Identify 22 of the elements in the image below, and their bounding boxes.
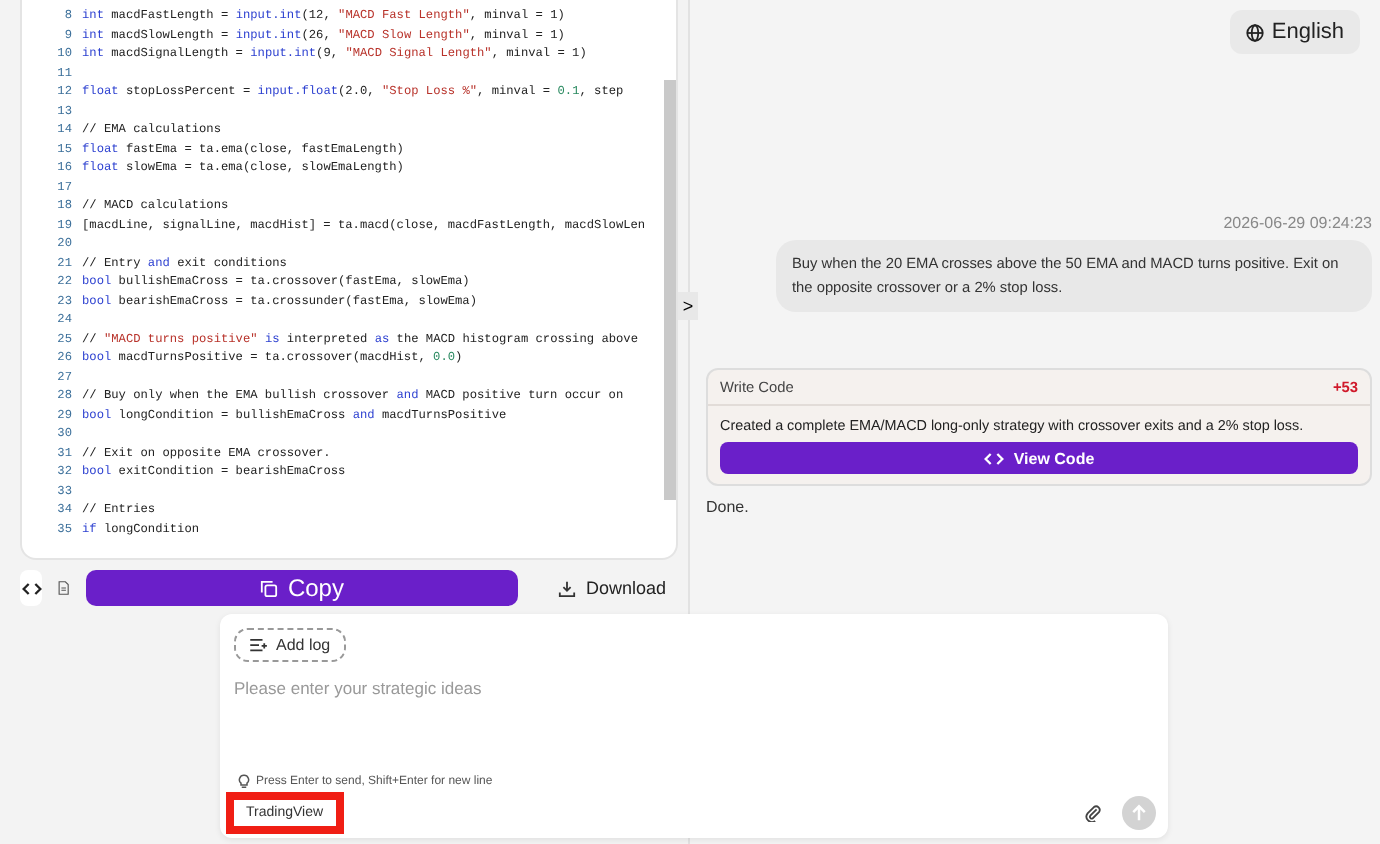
scrollbar[interactable] (664, 80, 676, 500)
view-code-button[interactable]: View Code (720, 442, 1358, 474)
code-icon (983, 451, 1004, 465)
lightbulb-icon (238, 774, 250, 790)
document-icon[interactable] (58, 576, 70, 600)
download-icon (557, 579, 576, 597)
copy-button[interactable]: Copy (85, 570, 518, 606)
list-icon (250, 638, 268, 652)
download-button[interactable]: Download (545, 576, 678, 600)
idea-input-field[interactable]: Please enter your strategic ideas (234, 678, 1156, 698)
language-button[interactable]: English (1229, 10, 1360, 54)
globe-icon (1245, 23, 1264, 41)
message-timestamp: 2026-06-29 09:24:23 (1223, 214, 1372, 232)
arrow-up-icon (1130, 803, 1148, 821)
code-icon (21, 581, 42, 595)
code-editor[interactable] (20, 0, 678, 560)
add-log-button[interactable]: Add log (234, 628, 347, 662)
paperclip-icon[interactable] (1084, 803, 1102, 821)
code-view-button[interactable] (20, 570, 43, 606)
copy-icon (259, 579, 278, 597)
status-text: Done. (706, 498, 751, 516)
collapse-toggle[interactable]: > (678, 292, 698, 320)
